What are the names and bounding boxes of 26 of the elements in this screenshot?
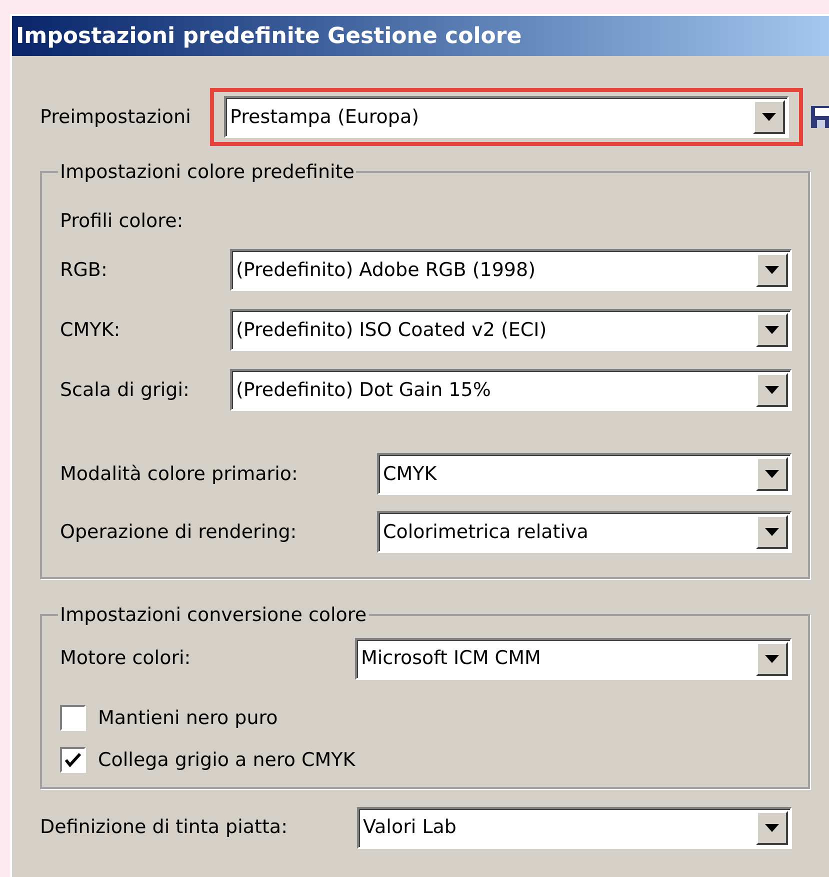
field-label: Preimpostazioni: [40, 104, 192, 130]
field-label: RGB:: [60, 258, 108, 283]
field-label: Definizione di tinta piatta:: [40, 815, 288, 840]
checkbox-label: Collega grigio a nero CMYK: [98, 748, 356, 773]
select-field[interactable]: (Predefinito) ISO Coated v2 (ECI): [230, 309, 792, 351]
window-title: Impostazioni predefinite Gestione colore: [16, 22, 522, 50]
save-icon[interactable]: [811, 106, 829, 128]
select-field[interactable]: Colorimetrica relativa: [377, 511, 792, 553]
section-label: Profili colore:: [60, 208, 184, 234]
select-field[interactable]: (Predefinito) Dot Gain 15%: [230, 369, 792, 411]
checkbox-label: Mantieni nero puro: [98, 706, 278, 730]
checkbox[interactable]: [60, 747, 86, 774]
checkbox[interactable]: [60, 704, 86, 731]
select-field[interactable]: (Predefinito) Adobe RGB (1998): [230, 249, 792, 291]
field-label: Operazione di rendering:: [60, 520, 298, 545]
select-field[interactable]: CMYK: [377, 453, 792, 495]
select-field[interactable]: Valori Lab: [357, 806, 792, 848]
field-label: Motore colori:: [60, 646, 192, 672]
group-title: Impostazioni conversione colore: [59, 603, 368, 628]
field-label: CMYK:: [60, 318, 122, 343]
field-label: Modalità colore primario:: [60, 462, 299, 487]
checkmark-icon: [65, 753, 81, 768]
preset-select[interactable]: Prestampa (Europa): [224, 96, 789, 138]
select-field[interactable]: Microsoft ICM CMM: [355, 638, 792, 680]
field-label: Scala di grigi:: [60, 378, 190, 403]
group-title: Impostazioni colore predefinite: [59, 160, 356, 185]
